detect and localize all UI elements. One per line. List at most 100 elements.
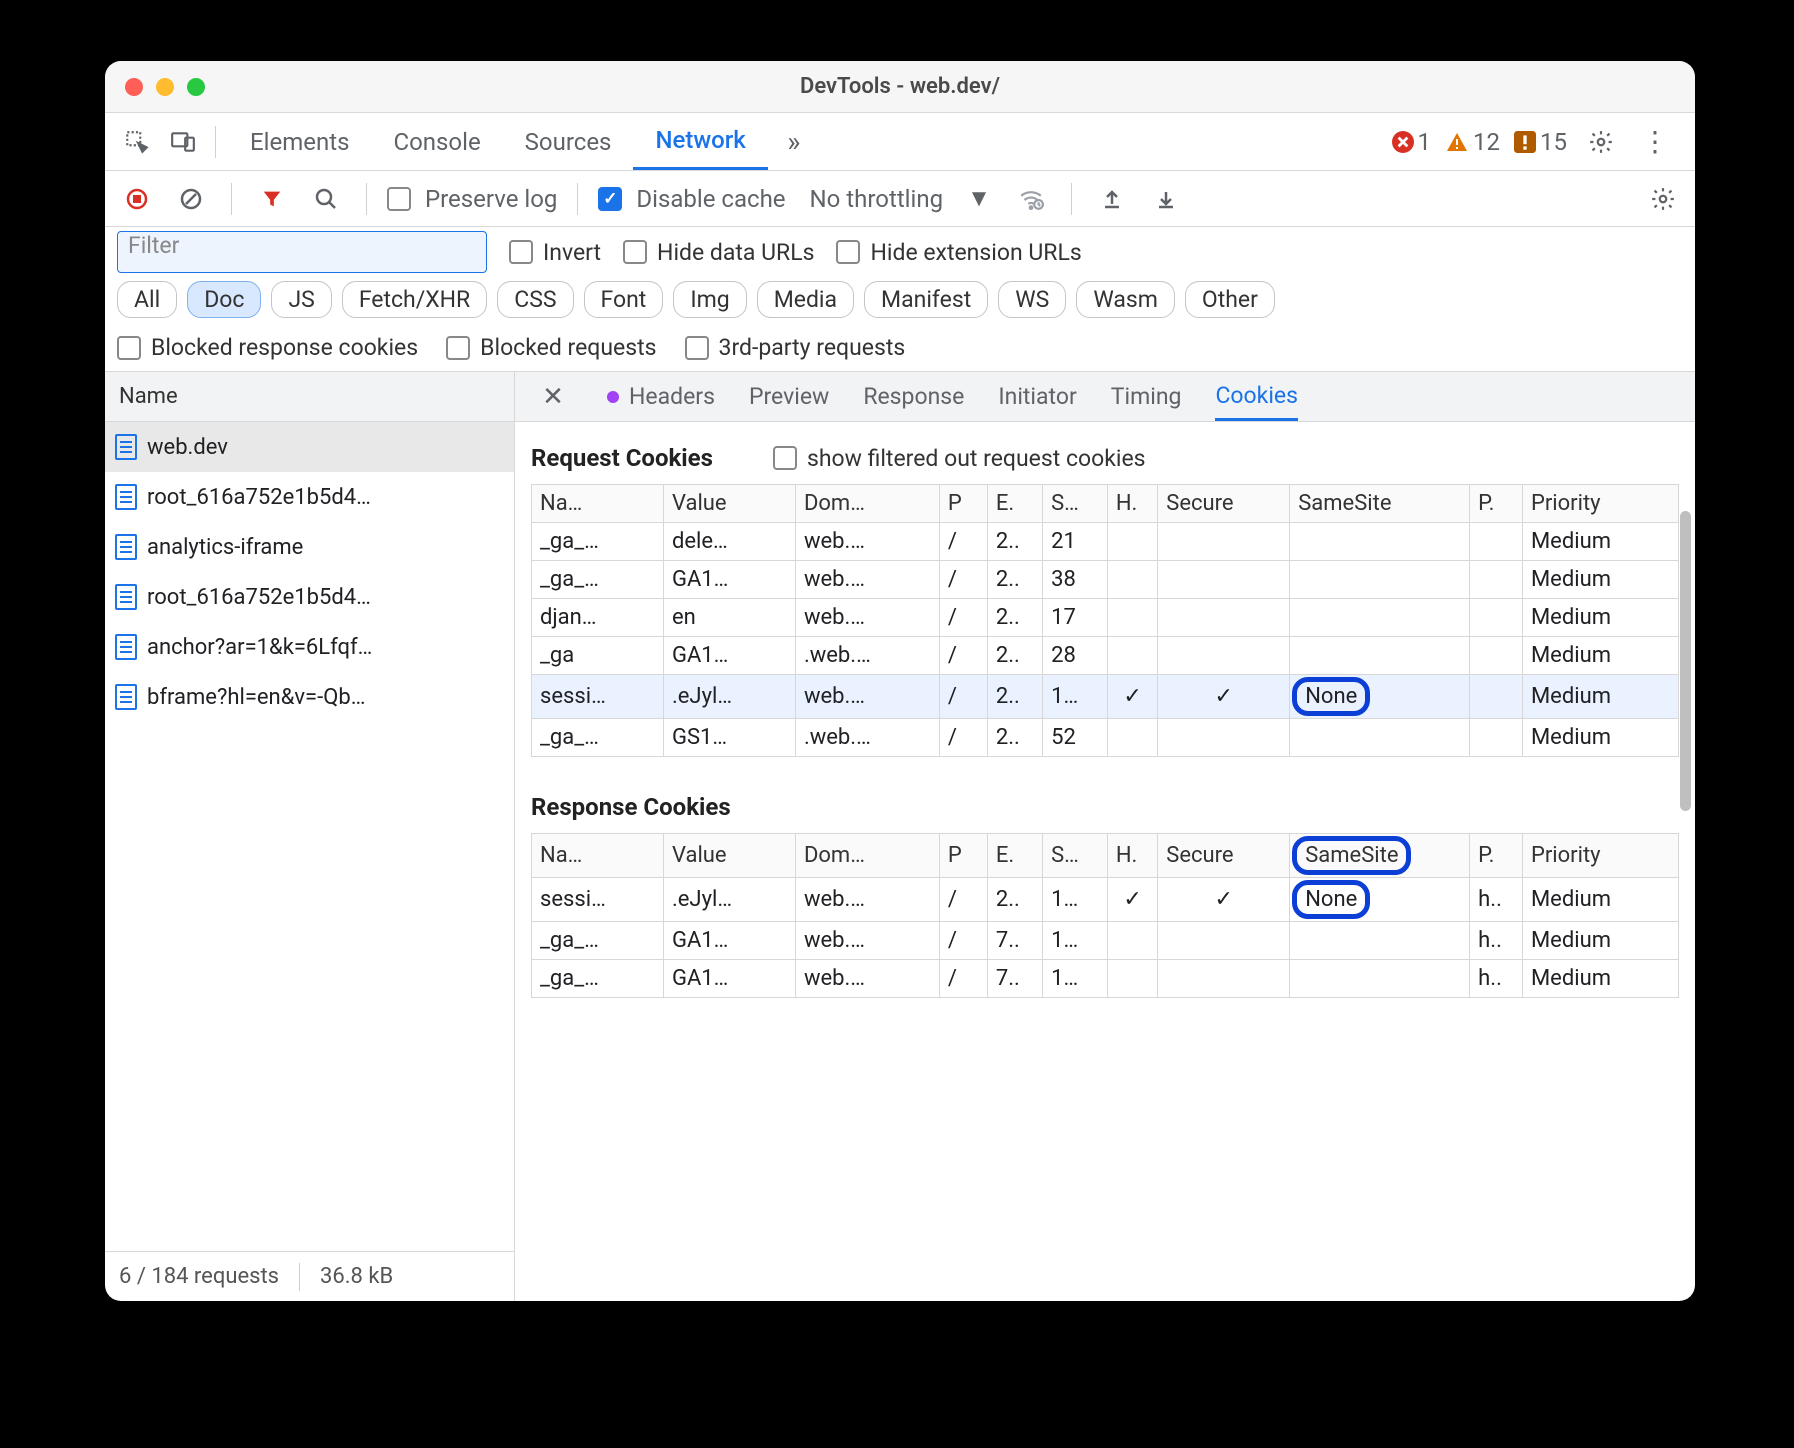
cookie-col-header[interactable]: P [939, 485, 987, 523]
warnings-badge[interactable]: 12 [1445, 128, 1500, 156]
cookie-col-header[interactable]: P. [1470, 834, 1523, 878]
issues-badge[interactable]: 15 [1514, 128, 1567, 156]
scrollbar[interactable] [1680, 511, 1691, 811]
cookie-col-header[interactable]: SameSite [1290, 834, 1470, 878]
download-icon[interactable] [1146, 179, 1186, 219]
clear-icon[interactable] [171, 179, 211, 219]
hide-ext-urls-label: Hide extension URLs [870, 239, 1081, 266]
cookie-col-header[interactable]: E. [987, 485, 1042, 523]
chip-other[interactable]: Other [1185, 281, 1275, 318]
chip-js[interactable]: JS [271, 281, 331, 318]
cookie-col-header[interactable]: Value [663, 485, 795, 523]
tab-console[interactable]: Console [371, 113, 502, 170]
cookie-row[interactable]: _ga_…GA1…web.…/2..38Medium [532, 561, 1679, 599]
cookie-col-header[interactable]: P [939, 834, 987, 878]
hide-data-urls-checkbox[interactable] [623, 240, 647, 264]
chip-fetchxhr[interactable]: Fetch/XHR [342, 281, 487, 318]
cookie-col-header[interactable]: E. [987, 834, 1042, 878]
cookie-col-header[interactable]: P. [1470, 485, 1523, 523]
cookie-row[interactable]: _ga_…GA1…web.…/7..1…h..Medium [532, 922, 1679, 960]
chip-media[interactable]: Media [757, 281, 854, 318]
detail-tab-preview[interactable]: Preview [749, 383, 829, 410]
show-filtered-checkbox[interactable]: show filtered out request cookies [773, 445, 1146, 472]
cookie-col-header[interactable]: Secure [1158, 834, 1290, 878]
cookie-col-header[interactable]: Value [663, 834, 795, 878]
cookie-col-header[interactable]: Na… [532, 834, 664, 878]
device-toggle-icon[interactable] [163, 122, 203, 162]
cookie-col-header[interactable]: Priority [1522, 485, 1678, 523]
chip-doc[interactable]: Doc [187, 281, 261, 318]
close-detail-icon[interactable]: ✕ [533, 377, 573, 417]
cookie-col-header[interactable]: Priority [1522, 834, 1678, 878]
cookie-row[interactable]: _ga_…dele…web.…/2..21Medium [532, 523, 1679, 561]
cookie-col-header[interactable]: Na… [532, 485, 664, 523]
search-icon[interactable] [306, 179, 346, 219]
requests-size: 36.8 kB [320, 1264, 393, 1289]
disable-cache-checkbox[interactable] [598, 187, 622, 211]
detail-tab-initiator[interactable]: Initiator [998, 383, 1076, 410]
detail-tab-timing[interactable]: Timing [1111, 383, 1182, 410]
cookie-col-header[interactable]: SameSite [1290, 485, 1470, 523]
name-column-header[interactable]: Name [105, 372, 514, 422]
cookie-row[interactable]: djan…enweb.…/2..17Medium [532, 599, 1679, 637]
document-icon [115, 434, 137, 460]
blocked-requests-checkbox[interactable] [446, 336, 470, 360]
inspect-element-icon[interactable] [117, 122, 157, 162]
detail-tab-headers[interactable]: Headers [629, 383, 715, 410]
network-conditions-icon[interactable] [1011, 179, 1051, 219]
preserve-log-checkbox[interactable] [387, 187, 411, 211]
record-icon[interactable] [117, 179, 157, 219]
chip-img[interactable]: Img [673, 281, 746, 318]
tab-network[interactable]: Network [633, 113, 767, 170]
request-row[interactable]: bframe?hl=en&v=-Qb… [105, 672, 514, 722]
chip-font[interactable]: Font [584, 281, 664, 318]
errors-badge[interactable]: 1 [1392, 128, 1432, 156]
throttling-select[interactable]: No throttling ▼ [810, 184, 991, 213]
request-row[interactable]: analytics-iframe [105, 522, 514, 572]
cookie-row[interactable]: _ga_…GS1….web.…/2..52Medium [532, 719, 1679, 757]
request-cookies-title: Request Cookies show filtered out reques… [531, 444, 1679, 472]
chip-ws[interactable]: WS [998, 281, 1066, 318]
chip-css[interactable]: CSS [497, 281, 573, 318]
settings-icon[interactable] [1581, 122, 1621, 162]
filter-icon[interactable] [252, 179, 292, 219]
cookie-col-header[interactable]: H. [1107, 485, 1157, 523]
network-settings-icon[interactable] [1643, 179, 1683, 219]
document-icon [115, 684, 137, 710]
name-pane: Name web.devroot_616a752e1b5d4…analytics… [105, 372, 515, 1301]
tab-sources[interactable]: Sources [503, 113, 634, 170]
request-row[interactable]: root_616a752e1b5d4… [105, 572, 514, 622]
request-row[interactable]: web.dev [105, 422, 514, 472]
cookie-col-header[interactable]: S… [1043, 485, 1108, 523]
filter-input[interactable]: Filter [117, 231, 487, 273]
cookie-col-header[interactable]: Dom… [795, 834, 939, 878]
chip-manifest[interactable]: Manifest [864, 281, 988, 318]
request-row[interactable]: anchor?ar=1&k=6Lfqf… [105, 622, 514, 672]
more-tabs-icon[interactable]: » [774, 122, 814, 162]
hide-ext-urls-checkbox[interactable] [836, 240, 860, 264]
more-icon[interactable]: ⋮ [1635, 122, 1675, 162]
chevron-down-icon: ▼ [967, 184, 991, 213]
tab-elements[interactable]: Elements [228, 113, 371, 170]
preserve-log-label: Preserve log [425, 185, 557, 213]
cookie-row[interactable]: sessi….eJyl…web.…/2..1…✓✓Noneh..Medium [532, 878, 1679, 922]
chip-all[interactable]: All [117, 281, 177, 318]
cookie-col-header[interactable]: S… [1043, 834, 1108, 878]
detail-tab-response[interactable]: Response [863, 383, 964, 410]
invert-checkbox[interactable] [509, 240, 533, 264]
blocked-response-cookies-checkbox[interactable] [117, 336, 141, 360]
cookie-col-header[interactable]: Secure [1158, 485, 1290, 523]
cookie-row[interactable]: _ga_…GA1…web.…/7..1…h..Medium [532, 960, 1679, 998]
detail-tab-cookies[interactable]: Cookies [1215, 372, 1298, 421]
upload-icon[interactable] [1092, 179, 1132, 219]
document-icon [115, 534, 137, 560]
cookie-row[interactable]: _gaGA1….web.…/2..28Medium [532, 637, 1679, 675]
cookie-row[interactable]: sessi….eJyl…web.…/2..1…✓✓NoneMedium [532, 675, 1679, 719]
third-party-checkbox[interactable] [685, 336, 709, 360]
main-tab-row: ElementsConsoleSourcesNetwork » 1 12 15 … [105, 113, 1695, 171]
cookie-col-header[interactable]: Dom… [795, 485, 939, 523]
chip-wasm[interactable]: Wasm [1076, 281, 1175, 318]
requests-count: 6 / 184 requests [119, 1264, 279, 1289]
cookie-col-header[interactable]: H. [1107, 834, 1157, 878]
request-row[interactable]: root_616a752e1b5d4… [105, 472, 514, 522]
